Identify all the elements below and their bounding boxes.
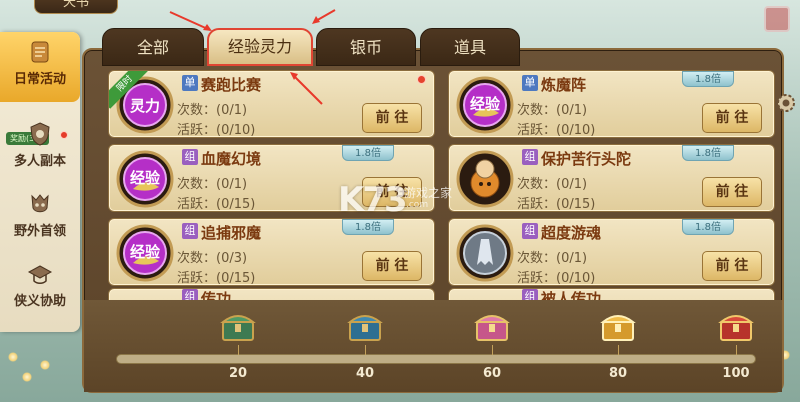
svg-text:经验: 经验 <box>130 243 161 261</box>
count-text: 次数：(0/1) <box>517 177 588 192</box>
card-title: 保护苦行头陀 <box>541 150 632 168</box>
go-button[interactable]: 前 往 <box>702 103 762 133</box>
notification-dot <box>417 75 426 84</box>
multiplier-badge: 1.8倍 <box>342 219 394 235</box>
team-tag: 组 <box>182 149 198 165</box>
milestone-label: 60 <box>482 366 502 381</box>
svg-text:经验: 经验 <box>470 95 501 113</box>
window-title: 天书 <box>34 0 118 14</box>
team-tag: 组 <box>182 289 198 300</box>
go-button[interactable]: 前 往 <box>702 177 762 207</box>
count-text: 次数：(0/1) <box>517 251 588 266</box>
milestone-tick <box>492 345 493 355</box>
svg-text:经验: 经验 <box>130 169 161 187</box>
activity-card: 组 被人传功 <box>448 288 775 300</box>
scholar-hat-icon <box>27 265 53 284</box>
pink-chest-icon[interactable] <box>472 308 512 344</box>
tab-items[interactable]: 道具 <box>420 28 520 66</box>
activity-card: 经验 组 追捕邪魔 1.8倍 次数：(0/3) 活跃：(0/15) 前 往 <box>108 218 435 286</box>
activity-reward-bar: 20 40 60 80 100 <box>84 300 782 392</box>
activity-points-text: 活跃：(0/10) <box>517 271 596 286</box>
sidebar-item-label: 侠义协助 <box>13 294 66 309</box>
team-tag: 组 <box>182 223 198 239</box>
demon-mask-icon <box>31 194 49 213</box>
card-title: 炼魔阵 <box>541 76 587 94</box>
tab-all[interactable]: 全部 <box>102 28 204 66</box>
activity-points-text: 活跃：(0/15) <box>177 197 256 212</box>
milestone-label: 20 <box>228 366 248 381</box>
svg-text:灵力: 灵力 <box>130 97 160 115</box>
sidebar-item-label: 多人副本 <box>13 154 66 169</box>
activity-points-text: 活跃：(0/15) <box>177 271 256 286</box>
sidebar-item-daily[interactable]: 日常活动 <box>0 32 80 102</box>
sidebar-item-boss[interactable]: 野外首领 <box>0 184 80 254</box>
sidebar-item-label: 日常活动 <box>13 72 66 87</box>
scroll-list-overflow[interactable]: 组 传功 组 被人传功 <box>104 288 784 300</box>
milestone-tick <box>365 345 366 355</box>
card-title: 血魔幻境 <box>201 150 262 168</box>
green-chest-icon[interactable] <box>218 308 258 344</box>
solo-tag: 单 <box>522 75 538 91</box>
scroll-icon <box>31 41 49 63</box>
activity-points-text: 活跃：(0/15) <box>517 197 596 212</box>
activity-card: 经验 单 炼魔阵 1.8倍 次数：(0/1) 活跃：(0/10) 前 往 <box>448 70 775 138</box>
activity-card: 组 保护苦行头陀 1.8倍 次数：(0/1) 活跃：(0/15) 前 往 <box>448 144 775 212</box>
ghost-portrait-icon <box>456 224 514 282</box>
activity-window: 天书 日常活动 奖励(3/3) 多人副本 野外首领 侠义协助 全部 经验灵力 银… <box>0 0 800 402</box>
team-tag: 组 <box>522 149 538 165</box>
count-text: 次数：(0/3) <box>177 251 248 266</box>
milestone-tick <box>736 345 737 355</box>
multiplier-badge: 1.8倍 <box>342 145 394 161</box>
gear-icon[interactable] <box>774 91 798 115</box>
activity-progress-track <box>116 354 756 364</box>
count-text: 次数：(0/1) <box>517 103 588 118</box>
close-button[interactable] <box>764 6 790 32</box>
tab-exp-spirit[interactable]: 经验灵力 <box>207 28 313 66</box>
site-watermark: K73 游戏之家 .com <box>338 180 478 220</box>
multiplier-badge: 1.8倍 <box>682 71 734 87</box>
multiplier-badge: 1.8倍 <box>682 145 734 161</box>
sidebar-item-assist[interactable]: 侠义协助 <box>0 254 80 324</box>
multiplier-badge: 1.8倍 <box>682 219 734 235</box>
milestone-tick <box>238 345 239 355</box>
milestone-label: 40 <box>355 366 375 381</box>
watermark-url: .com <box>406 200 429 210</box>
sidebar: 日常活动 奖励(3/3) 多人副本 野外首领 侠义协助 <box>0 32 80 332</box>
team-tag: 组 <box>522 289 538 300</box>
card-title: 超度游魂 <box>541 224 602 242</box>
count-text: 次数：(0/1) <box>177 177 248 192</box>
sidebar-item-dungeon[interactable]: 多人副本 <box>0 114 80 184</box>
gold-chest-icon[interactable] <box>598 308 638 344</box>
sidebar-item-label: 野外首领 <box>13 224 66 239</box>
milestone-tick <box>618 345 619 355</box>
card-title: 传功 <box>201 290 232 300</box>
milestone-label: 100 <box>722 366 750 381</box>
activity-card: 灵力 限时 单 赛跑比赛 次数：(0/1) 活跃：(0/10) 前 往 <box>108 70 435 138</box>
go-button[interactable]: 前 往 <box>362 251 422 281</box>
exp-medal-icon: 经验 <box>456 76 514 134</box>
exp-medal-icon: 经验 <box>116 150 174 208</box>
activity-points-text: 活跃：(0/10) <box>517 123 596 138</box>
red-chest-icon[interactable] <box>716 308 756 344</box>
solo-tag: 单 <box>182 75 198 91</box>
team-tag: 组 <box>522 223 538 239</box>
watermark-logo: K73 <box>338 180 408 220</box>
activity-points-text: 活跃：(0/10) <box>177 123 256 138</box>
exp-medal-icon: 经验 <box>116 224 174 282</box>
shield-icon <box>30 122 50 146</box>
go-button[interactable]: 前 往 <box>362 103 422 133</box>
watermark-site-name: 游戏之家 <box>404 186 453 200</box>
card-title: 被人传功 <box>541 290 602 300</box>
count-text: 次数：(0/1) <box>177 103 248 118</box>
go-button[interactable]: 前 往 <box>702 251 762 281</box>
activity-card: 组 传功 <box>108 288 435 300</box>
activity-card: 组 超度游魂 1.8倍 次数：(0/1) 活跃：(0/10) 前 往 <box>448 218 775 286</box>
tab-silver[interactable]: 银币 <box>316 28 416 66</box>
blue-chest-icon[interactable] <box>345 308 385 344</box>
card-title: 追捕邪魔 <box>201 224 262 242</box>
card-title: 赛跑比赛 <box>201 76 262 94</box>
milestone-label: 80 <box>608 366 628 381</box>
